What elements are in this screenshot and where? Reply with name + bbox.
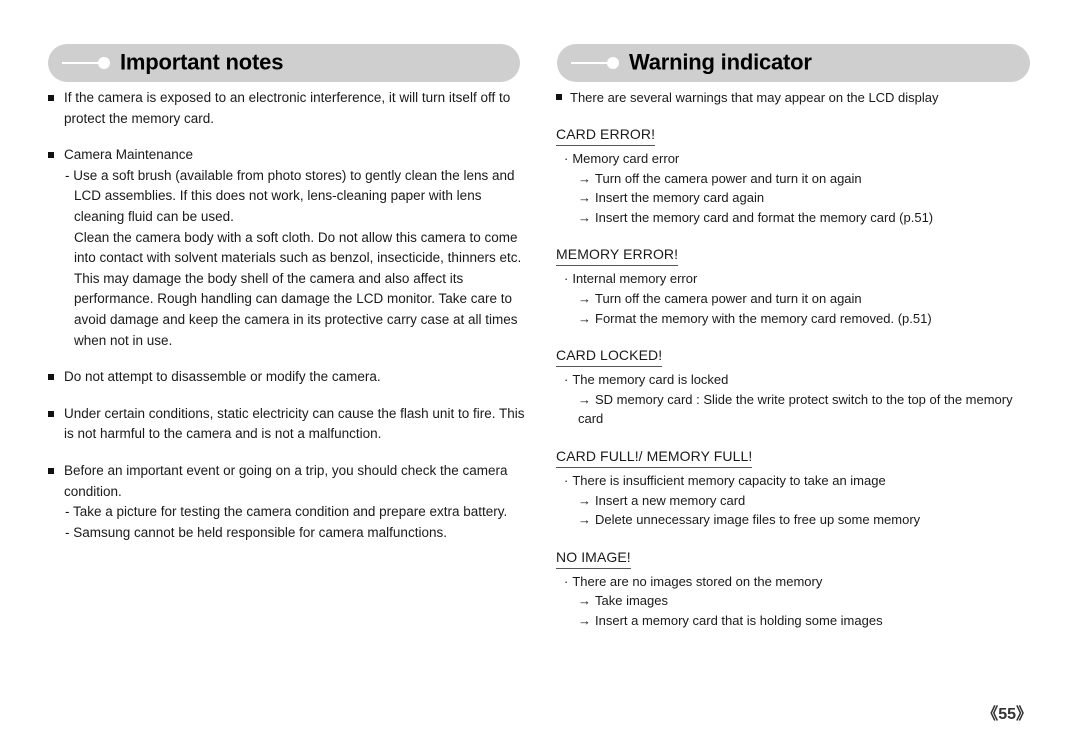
- square-bullet-icon: [48, 152, 54, 159]
- warning-group: CARD ERROR! · Memory card error → Turn off t…: [556, 124, 1034, 227]
- header-dot-icon: [607, 57, 619, 69]
- warning-action-text: Insert the memory card again: [595, 190, 765, 206]
- page-number: 《55》: [982, 706, 1032, 723]
- warning-action: → Turn off the camera power and turn it o…: [556, 169, 1034, 189]
- warning-action: → Delete unnecessary image files to free …: [556, 510, 1034, 530]
- warning-action: → Insert the memory card again: [556, 188, 1034, 208]
- warning-cause-text: There is insufficient memory capacity to…: [572, 472, 886, 488]
- warning-cause-text: There are no images stored on the memory: [572, 573, 823, 589]
- square-bullet-icon: [556, 94, 562, 100]
- arrow-right-icon: →: [578, 190, 591, 206]
- warning-intro: There are several warnings that may appe…: [556, 88, 1034, 107]
- square-bullet-icon: [48, 467, 54, 474]
- warning-action-text: Insert a memory card that is holding som…: [595, 612, 883, 628]
- note-bullet-text: Before an important event or going on a …: [64, 462, 508, 499]
- warning-action: → SD memory card : Slide the write protec…: [556, 390, 1034, 429]
- note-sub-dash: - Samsung cannot be held responsible for…: [65, 524, 447, 540]
- warning-cause-text: Memory card error: [572, 151, 680, 166]
- warning-intro-text: There are several warnings that may appe…: [570, 90, 939, 105]
- header-line-icon: [62, 62, 102, 64]
- warning-action-text: Format the memory with the memory card r…: [595, 310, 932, 326]
- note-bullet-text: Under certain conditions, static electri…: [64, 405, 525, 442]
- warning-action: → Turn off the camera power and turn it o…: [556, 289, 1034, 309]
- warning-cause: · There are no images stored on the memor…: [556, 572, 1034, 592]
- middot-bullet-icon: ·: [564, 271, 569, 287]
- warning-action-text: Insert the memory card and format the me…: [595, 209, 934, 225]
- arrow-right-icon: →: [578, 612, 591, 628]
- warning-cause: · The memory card is locked: [556, 370, 1034, 390]
- warning-action-text: Take images: [595, 593, 668, 609]
- warning-cause: · Internal memory error: [556, 269, 1034, 289]
- warning-action: → Take images: [556, 591, 1034, 611]
- note-bullet-text: Camera Maintenance: [64, 147, 194, 163]
- middot-bullet-icon: ·: [564, 472, 569, 488]
- arrow-right-icon: →: [578, 391, 591, 407]
- warning-action: → Insert a new memory card: [556, 491, 1034, 511]
- arrow-right-icon: →: [578, 170, 591, 186]
- note-bullet: Camera Maintenance: [48, 145, 526, 166]
- warning-cause-text: The memory card is locked: [572, 372, 729, 388]
- note-sub-dash: - Use a soft brush (available from photo…: [65, 167, 515, 224]
- warning-action-text: SD memory card : Slide the write protect…: [578, 391, 1013, 427]
- arrow-right-icon: →: [578, 492, 591, 508]
- note-block: If the camera is exposed to an electroni…: [48, 88, 526, 129]
- middot-bullet-icon: ·: [564, 372, 569, 388]
- note-block: Before an important event or going on a …: [48, 461, 526, 543]
- warning-cause-text: Internal memory error: [572, 271, 698, 287]
- warning-action: → Insert a memory card that is holding so…: [556, 611, 1034, 631]
- square-bullet-icon: [48, 374, 54, 381]
- warning-action-text: Insert a new memory card: [595, 492, 746, 508]
- header-dot-icon: [98, 57, 110, 69]
- header-line-icon: [571, 62, 611, 64]
- arrow-right-icon: →: [578, 310, 591, 326]
- warning-action-text: Turn off the camera power and turn it on…: [595, 170, 862, 186]
- note-block: Under certain conditions, static electri…: [48, 404, 526, 445]
- warning-action: → Format the memory with the memory card …: [556, 309, 1034, 329]
- square-bullet-icon: [48, 95, 54, 101]
- warning-title: MEMORY ERROR!: [556, 244, 679, 267]
- page-title-left: Important notes: [120, 49, 284, 75]
- arrow-right-icon: →: [578, 512, 591, 528]
- warning-action-text: Delete unnecessary image files to free u…: [595, 512, 921, 528]
- warning-group: CARD FULL!/ MEMORY FULL! · There is insuff…: [556, 446, 1034, 530]
- warning-group: NO IMAGE! · There are no images stored on …: [556, 547, 1034, 631]
- warning-group: CARD LOCKED! · The memory card is locked → S…: [556, 345, 1034, 429]
- section-header-important-notes: Important notes: [48, 44, 520, 82]
- arrow-right-icon: →: [578, 593, 591, 609]
- warning-title: CARD ERROR!: [556, 124, 656, 146]
- warning-title: CARD LOCKED!: [556, 345, 663, 368]
- note-bullet: Before an important event or going on a …: [48, 461, 526, 502]
- square-bullet-icon: [48, 410, 54, 417]
- warning-title: CARD FULL!/ MEMORY FULL!: [556, 446, 753, 468]
- warning-title: NO IMAGE!: [556, 547, 631, 569]
- arrow-right-icon: →: [578, 290, 591, 306]
- warning-action-text: Turn off the camera power and turn it on…: [595, 290, 862, 306]
- important-notes-column: If the camera is exposed to an electroni…: [48, 88, 526, 559]
- note-bullet-text: Do not attempt to disassemble or modify …: [64, 369, 381, 385]
- warning-cause: · Memory card error: [556, 149, 1034, 169]
- note-bullet: Under certain conditions, static electri…: [48, 404, 526, 445]
- note-bullet-text: If the camera is exposed to an electroni…: [64, 90, 511, 126]
- note-bullet: Do not attempt to disassemble or modify …: [48, 367, 526, 388]
- warning-action: → Insert the memory card and format the m…: [556, 208, 1034, 228]
- arrow-right-icon: →: [578, 209, 591, 225]
- note-bullet: If the camera is exposed to an electroni…: [48, 88, 526, 129]
- note-block: Do not attempt to disassemble or modify …: [48, 367, 526, 388]
- warning-group: MEMORY ERROR! · Internal memory error → Turn…: [556, 244, 1034, 328]
- middot-bullet-icon: ·: [564, 151, 569, 166]
- section-header-warning-indicator: Warning indicator: [557, 44, 1030, 82]
- note-sub-paragraph: Clean the camera body with a soft cloth.…: [74, 229, 522, 348]
- note-block: Camera Maintenance - Use a soft brush (av…: [48, 145, 526, 351]
- note-sub-dash: - Take a picture for testing the camera …: [65, 504, 508, 520]
- warning-indicator-column: There are several warnings that may appe…: [556, 88, 1034, 648]
- middot-bullet-icon: ·: [564, 573, 569, 589]
- manual-page: Important notes Warning indicator If the…: [0, 0, 1080, 746]
- page-title-right: Warning indicator: [629, 49, 812, 75]
- warning-cause: · There is insufficient memory capacity t…: [556, 471, 1034, 491]
